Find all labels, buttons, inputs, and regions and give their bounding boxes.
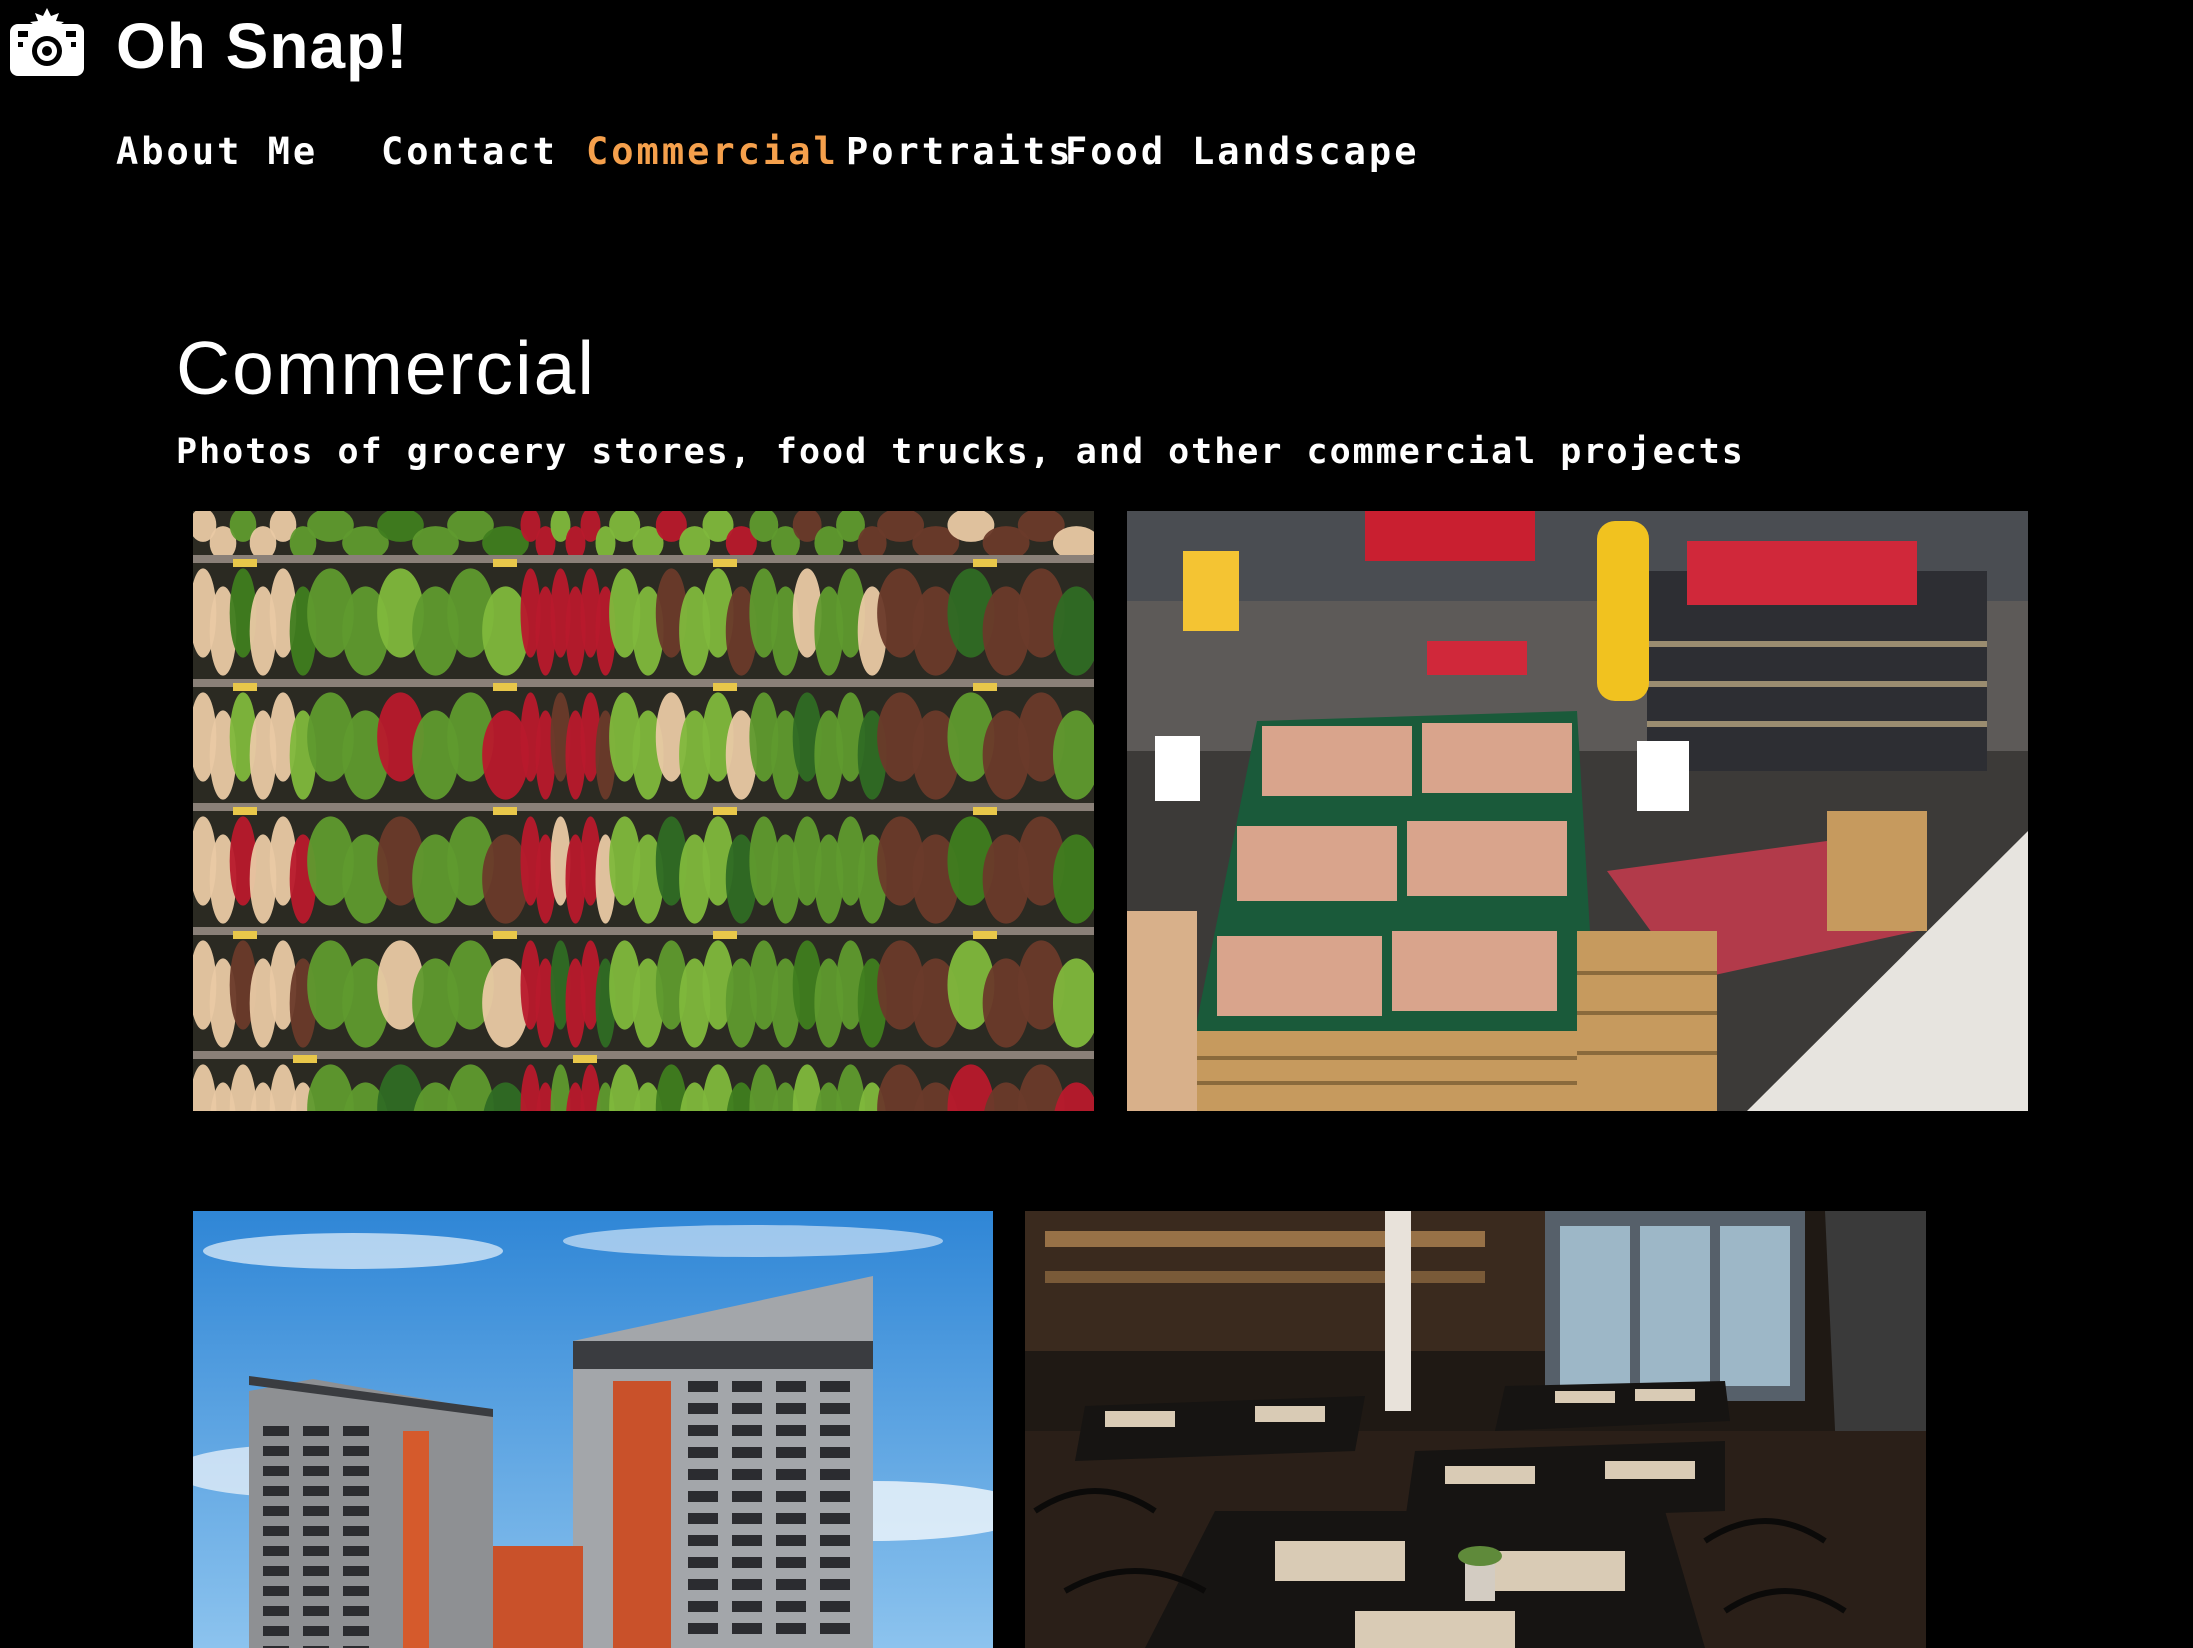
camera-icon <box>8 8 86 78</box>
nav-food[interactable]: Food <box>1065 124 1166 180</box>
supermarket-aisle-photo[interactable] <box>1127 511 2028 1111</box>
logo[interactable] <box>8 8 86 78</box>
apartment-buildings-photo[interactable] <box>193 1211 993 1648</box>
produce-shelves-photo[interactable] <box>193 511 1094 1111</box>
site-brand[interactable]: Oh Snap! <box>116 4 408 88</box>
nav-contact[interactable]: Contact <box>381 124 558 180</box>
nav-portraits[interactable]: Portraits <box>846 124 1073 180</box>
nav-landscape[interactable]: Landscape <box>1192 124 1419 180</box>
nav-commercial[interactable]: Commercial <box>586 124 839 180</box>
nav-about-me[interactable]: About Me <box>116 124 318 180</box>
restaurant-dining-room-photo[interactable] <box>1025 1211 1926 1648</box>
page-subtitle: Photos of grocery stores, food trucks, a… <box>176 432 1745 472</box>
page-title: Commercial <box>176 326 597 410</box>
